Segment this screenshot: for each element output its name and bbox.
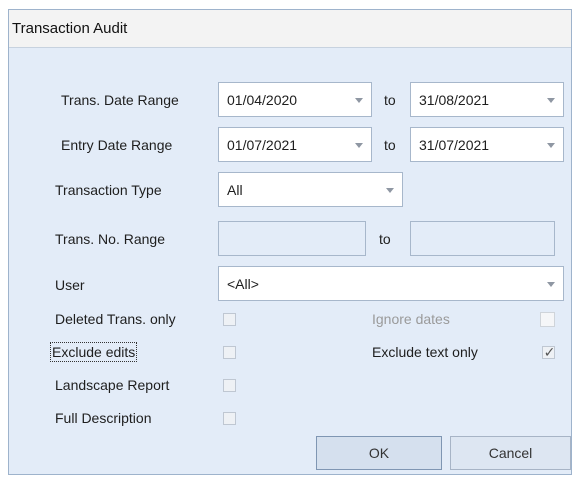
ignore-dates-label: Ignore dates — [372, 311, 450, 327]
trans-date-from-dropdown[interactable]: 01/04/2020 — [218, 82, 372, 117]
chevron-down-icon[interactable] — [547, 143, 555, 148]
chevron-down-icon[interactable] — [386, 188, 394, 193]
transaction-type-value: All — [227, 182, 243, 198]
user-label: User — [55, 277, 85, 293]
full-description-checkbox[interactable] — [223, 412, 236, 425]
trans-no-from-input[interactable] — [218, 221, 366, 256]
trans-date-to-value: 31/08/2021 — [419, 92, 490, 108]
ok-button[interactable]: OK — [316, 436, 442, 470]
transaction-type-label: Transaction Type — [55, 182, 162, 198]
entry-date-to-label: to — [384, 137, 396, 153]
chevron-down-icon[interactable] — [355, 98, 363, 103]
trans-date-range-label: Trans. Date Range — [61, 92, 179, 108]
entry-date-to-dropdown[interactable]: 31/07/2021 — [410, 127, 564, 162]
user-value: <All> — [227, 276, 259, 292]
transaction-audit-dialog: Transaction Audit Trans. Date Range 01/0… — [8, 9, 572, 475]
trans-no-to-label: to — [379, 231, 391, 247]
deleted-trans-only-label: Deleted Trans. only — [55, 311, 176, 327]
entry-date-from-dropdown[interactable]: 01/07/2021 — [218, 127, 372, 162]
user-dropdown[interactable]: <All> — [218, 266, 564, 301]
trans-no-range-label: Trans. No. Range — [55, 231, 165, 247]
cancel-button[interactable]: Cancel — [450, 436, 571, 470]
entry-date-to-value: 31/07/2021 — [419, 137, 490, 153]
trans-date-to-label: to — [384, 92, 396, 108]
landscape-report-label: Landscape Report — [55, 377, 170, 393]
entry-date-range-label: Entry Date Range — [61, 137, 173, 153]
title-bar[interactable]: Transaction Audit — [9, 10, 571, 48]
transaction-type-dropdown[interactable]: All — [218, 172, 403, 207]
exclude-text-only-label: Exclude text only — [372, 344, 478, 360]
exclude-edits-checkbox[interactable] — [223, 346, 236, 359]
trans-no-to-input[interactable] — [410, 221, 555, 256]
chevron-down-icon[interactable] — [355, 143, 363, 148]
checkmark-icon: ✓ — [543, 344, 556, 360]
deleted-trans-only-checkbox[interactable] — [223, 313, 236, 326]
landscape-report-checkbox[interactable] — [223, 379, 236, 392]
trans-date-to-dropdown[interactable]: 31/08/2021 — [410, 82, 564, 117]
entry-date-from-value: 01/07/2021 — [227, 137, 298, 153]
chevron-down-icon[interactable] — [547, 98, 555, 103]
ignore-dates-checkbox[interactable] — [540, 312, 555, 327]
trans-date-from-value: 01/04/2020 — [227, 92, 298, 108]
exclude-edits-label: Exclude edits — [49, 342, 138, 362]
exclude-text-only-checkbox[interactable]: ✓ — [542, 344, 556, 360]
chevron-down-icon[interactable] — [547, 282, 555, 287]
full-description-label: Full Description — [55, 410, 152, 426]
window-title: Transaction Audit — [12, 20, 128, 37]
